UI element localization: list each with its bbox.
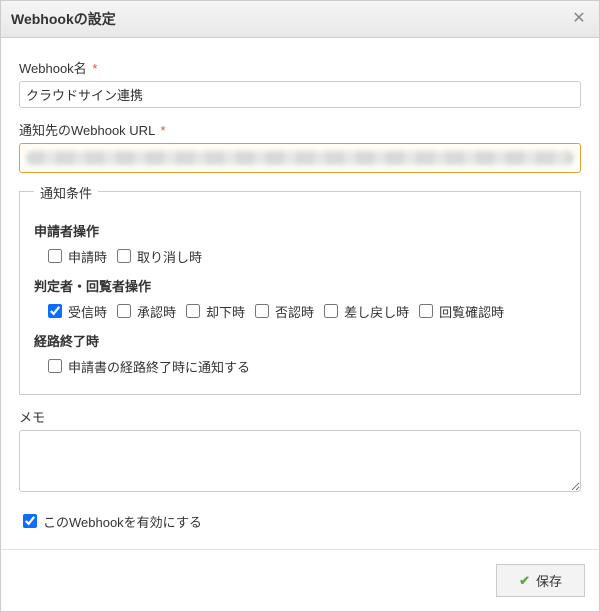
approver-label-0: 受信時 xyxy=(68,302,107,321)
approver-checkbox-4[interactable] xyxy=(324,304,338,318)
approver-item-2[interactable]: 却下時 xyxy=(182,301,245,321)
approver-checkbox-0[interactable] xyxy=(48,304,62,318)
approver-ops-row: 受信時 承認時 却下時 否認時 差し戻し時 回覧確認時 xyxy=(34,301,566,321)
route-end-item-0[interactable]: 申請書の経路終了時に通知する xyxy=(44,356,250,376)
enable-webhook-text: このWebhookを有効にする xyxy=(43,512,202,531)
enable-webhook-checkbox-label[interactable]: このWebhookを有効にする xyxy=(19,511,202,531)
route-end-label-0: 申請書の経路終了時に通知する xyxy=(68,357,250,376)
applicant-item-0[interactable]: 申請時 xyxy=(44,246,107,266)
webhook-url-label-text: 通知先のWebhook URL xyxy=(19,123,155,138)
save-button[interactable]: ✔ 保存 xyxy=(496,564,585,597)
memo-label: メモ xyxy=(19,407,581,426)
dialog-title: Webhookの設定 xyxy=(11,9,116,29)
applicant-ops-row: 申請時 取り消し時 xyxy=(34,246,566,266)
approver-label-1: 承認時 xyxy=(137,302,176,321)
approver-checkbox-2[interactable] xyxy=(186,304,200,318)
applicant-item-1[interactable]: 取り消し時 xyxy=(113,246,202,266)
webhook-url-input[interactable] xyxy=(19,143,581,173)
approver-item-0[interactable]: 受信時 xyxy=(44,301,107,321)
approver-item-5[interactable]: 回覧確認時 xyxy=(415,301,504,321)
route-end-checkbox-0[interactable] xyxy=(48,359,62,373)
applicant-label-0: 申請時 xyxy=(68,247,107,266)
webhook-name-label-text: Webhook名 xyxy=(19,61,87,76)
approver-item-3[interactable]: 否認時 xyxy=(251,301,314,321)
webhook-url-label: 通知先のWebhook URL * xyxy=(19,120,581,139)
approver-item-1[interactable]: 承認時 xyxy=(113,301,176,321)
applicant-checkbox-1[interactable] xyxy=(117,249,131,263)
close-icon[interactable]: ✕ xyxy=(569,9,589,29)
webhook-name-label: Webhook名 * xyxy=(19,58,581,77)
enable-webhook-row: このWebhookを有効にする xyxy=(19,511,581,531)
approver-label-3: 否認時 xyxy=(275,302,314,321)
approver-checkbox-5[interactable] xyxy=(419,304,433,318)
route-end-row: 申請書の経路終了時に通知する xyxy=(34,356,566,376)
approver-label-5: 回覧確認時 xyxy=(439,302,504,321)
approver-ops-title: 判定者・回覧者操作 xyxy=(34,276,566,295)
check-icon: ✔ xyxy=(519,573,530,589)
applicant-ops-title: 申請者操作 xyxy=(34,221,566,240)
dialog-header: Webhookの設定 ✕ xyxy=(1,1,599,38)
approver-label-2: 却下時 xyxy=(206,302,245,321)
approver-checkbox-1[interactable] xyxy=(117,304,131,318)
approver-checkbox-3[interactable] xyxy=(255,304,269,318)
notification-conditions-legend: 通知条件 xyxy=(34,183,98,202)
memo-input[interactable] xyxy=(19,430,581,492)
webhook-name-input[interactable] xyxy=(19,81,581,108)
notification-conditions-fieldset: 通知条件 申請者操作 申請時取り消し時 判定者・回覧者操作 受信時承認時却下時否… xyxy=(19,191,581,395)
webhook-settings-dialog: Webhookの設定 ✕ Webhook名 * 通知先のWebhook URL … xyxy=(0,0,600,612)
approver-label-4: 差し戻し時 xyxy=(344,302,409,321)
dialog-body: Webhook名 * 通知先のWebhook URL * 通知条件 申請者操作 … xyxy=(1,38,599,549)
save-button-label: 保存 xyxy=(536,571,562,590)
required-marker: * xyxy=(92,61,97,76)
webhook-url-blurred-value xyxy=(26,151,574,165)
applicant-label-1: 取り消し時 xyxy=(137,247,202,266)
enable-webhook-checkbox[interactable] xyxy=(23,514,37,528)
required-marker: * xyxy=(160,123,165,138)
approver-item-4[interactable]: 差し戻し時 xyxy=(320,301,409,321)
applicant-checkbox-0[interactable] xyxy=(48,249,62,263)
route-end-title: 経路終了時 xyxy=(34,331,566,350)
